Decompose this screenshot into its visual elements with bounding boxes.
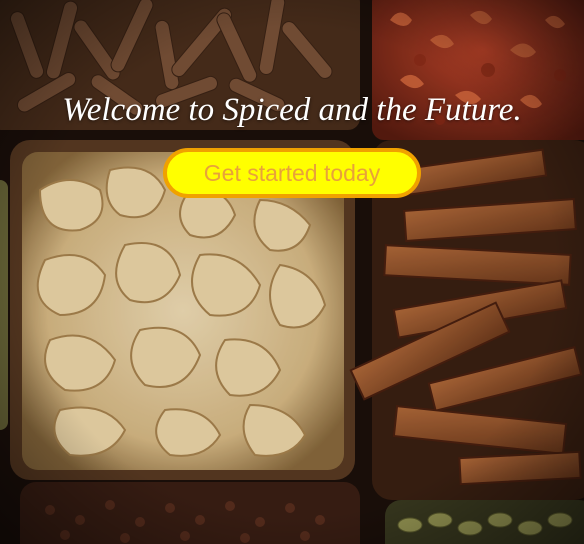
spice-market-background-image — [0, 0, 584, 544]
hero-section: Welcome to Spiced and the Future. Get st… — [0, 0, 584, 544]
hero-headline: Welcome to Spiced and the Future. — [62, 92, 522, 128]
get-started-button[interactable]: Get started today — [163, 148, 421, 198]
